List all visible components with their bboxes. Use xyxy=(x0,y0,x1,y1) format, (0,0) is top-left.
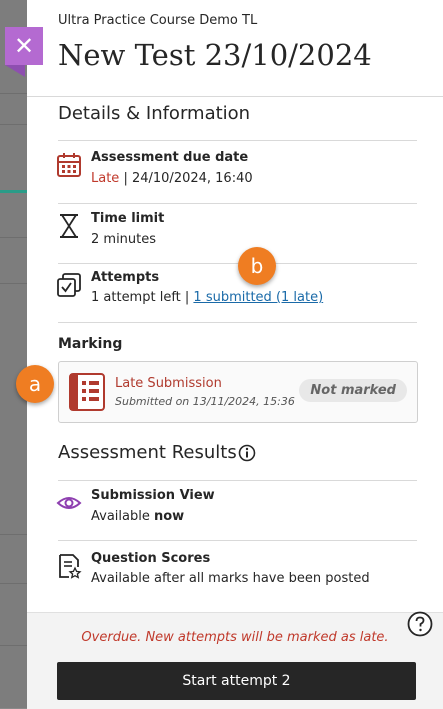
due-date-value: Late | 24/10/2024, 16:40 xyxy=(91,171,253,186)
background-divider xyxy=(0,93,27,94)
divider xyxy=(58,203,417,204)
time-limit-label: Time limit xyxy=(91,211,165,226)
panel-header: Ultra Practice Course Demo TL New Test 2… xyxy=(27,0,443,97)
late-submission-card[interactable]: Late Submission Submitted on 13/11/2024,… xyxy=(58,361,418,423)
attempts-icon xyxy=(57,273,81,297)
page-title: New Test 23/10/2024 xyxy=(58,38,372,72)
course-name: Ultra Practice Course Demo TL xyxy=(58,13,258,28)
submitted-attempts-link[interactable]: 1 submitted (1 late) xyxy=(193,290,323,305)
question-scores-value: Available after all marks have been post… xyxy=(91,571,370,586)
status-badge: Not marked xyxy=(299,379,407,402)
separator: | xyxy=(119,171,132,186)
eye-icon xyxy=(56,497,82,509)
attempts-value: 1 attempt left | 1 submitted (1 late) xyxy=(91,290,323,305)
close-button[interactable]: ✕ xyxy=(5,27,43,65)
callout-a: a xyxy=(16,365,54,403)
divider xyxy=(58,322,417,323)
close-button-tab xyxy=(5,65,25,77)
divider xyxy=(58,540,417,541)
background-divider xyxy=(0,534,27,535)
background-page xyxy=(0,0,27,708)
submission-view-value: Available now xyxy=(91,509,184,524)
overdue-warning: Overdue. New attempts will be marked as … xyxy=(81,630,389,645)
calendar-icon xyxy=(57,153,81,177)
late-status: Late xyxy=(91,171,120,186)
score-document-icon xyxy=(59,554,82,579)
background-divider xyxy=(0,583,27,584)
time-limit-value: 2 minutes xyxy=(91,232,157,247)
separator: | xyxy=(180,290,194,305)
submission-title: Late Submission xyxy=(115,376,222,391)
start-attempt-button[interactable]: Start attempt 2 xyxy=(57,662,416,700)
divider xyxy=(58,480,417,481)
background-divider xyxy=(0,283,27,284)
submission-date: Submitted on 13/11/2024, 15:36 xyxy=(115,395,295,408)
background-divider xyxy=(0,645,27,646)
info-icon[interactable] xyxy=(238,444,256,462)
submission-view-prefix: Available xyxy=(91,509,154,524)
hourglass-icon xyxy=(60,214,78,238)
marking-label: Marking xyxy=(58,336,123,352)
divider xyxy=(58,140,417,141)
results-section-title: Assessment Results xyxy=(58,442,237,463)
due-date-label: Assessment due date xyxy=(91,150,249,165)
close-icon: ✕ xyxy=(13,32,35,60)
assessment-panel: Ultra Practice Course Demo TL New Test 2… xyxy=(5,0,443,709)
submission-document-icon xyxy=(69,373,105,411)
background-divider xyxy=(0,124,27,125)
details-section-title: Details & Information xyxy=(58,103,251,124)
callout-b: b xyxy=(238,247,276,285)
attempts-left: 1 attempt left xyxy=(91,290,181,305)
submission-view-label: Submission View xyxy=(91,488,215,503)
background-divider xyxy=(0,237,27,238)
submission-view-when: now xyxy=(153,509,185,524)
attempts-label: Attempts xyxy=(91,270,160,285)
due-date: 24/10/2024, 16:40 xyxy=(131,171,253,186)
background-accent xyxy=(0,190,27,193)
question-scores-label: Question Scores xyxy=(91,551,211,566)
